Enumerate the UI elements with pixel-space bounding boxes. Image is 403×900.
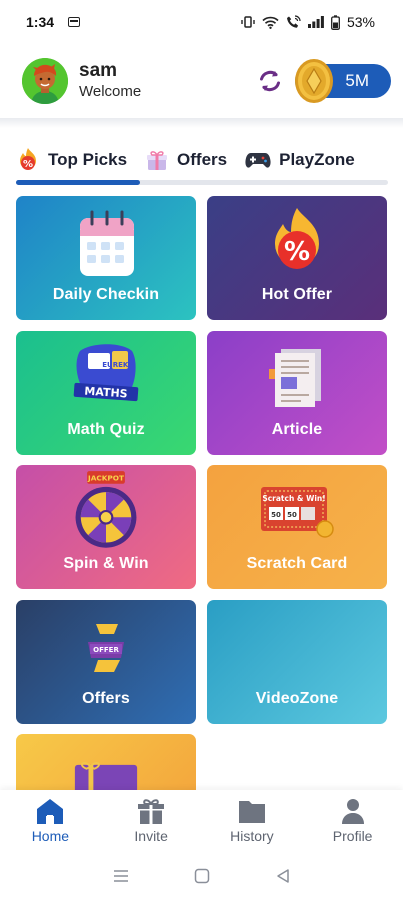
tab-top-picks[interactable]: % Top Picks bbox=[16, 147, 127, 173]
bottom-navigation: Home Invite History Profile bbox=[0, 790, 403, 852]
nav-profile[interactable]: Profile bbox=[302, 790, 403, 852]
coin-balance[interactable]: 5M bbox=[295, 59, 391, 103]
calendar-icon bbox=[80, 210, 134, 276]
user-name: sam bbox=[79, 60, 118, 81]
gift-card-icon bbox=[74, 761, 138, 790]
svg-text:%: % bbox=[284, 237, 310, 267]
card-daily-checkin[interactable]: Daily Checkin bbox=[16, 196, 196, 320]
card-videozone[interactable]: VideoZone bbox=[207, 600, 387, 724]
person-icon bbox=[338, 798, 368, 824]
jackpot-wheel-icon: JACKPOT bbox=[75, 471, 137, 548]
card-spin-win[interactable]: JACKPOT Spin & Win bbox=[16, 465, 196, 589]
card-label: Offers bbox=[82, 690, 130, 707]
refresh-button[interactable] bbox=[255, 66, 285, 96]
card-label: Math Quiz bbox=[67, 421, 145, 438]
nav-label: Invite bbox=[134, 828, 168, 844]
card-article[interactable]: Article bbox=[207, 331, 387, 455]
gamepad-icon bbox=[245, 153, 271, 168]
home-button-icon[interactable] bbox=[194, 868, 210, 884]
scratch-cell: 50 bbox=[271, 511, 281, 519]
offer-ticket-icon: OFFER bbox=[88, 624, 124, 672]
battery-icon bbox=[331, 14, 340, 30]
card-offers[interactable]: OFFER Offers bbox=[16, 600, 196, 724]
refresh-icon bbox=[260, 70, 280, 92]
jackpot-text: JACKPOT bbox=[87, 474, 124, 483]
feature-grid: Daily Checkin % Hot Offer EUREKA MATHS M… bbox=[16, 196, 387, 790]
user-info: sam Welcome bbox=[79, 60, 141, 102]
wifi-calling-icon bbox=[286, 15, 301, 28]
card-gift-card[interactable] bbox=[16, 734, 196, 790]
header-divider bbox=[0, 118, 403, 128]
gift-box-icon bbox=[147, 151, 168, 170]
maths-badge-text: MATHS bbox=[84, 385, 128, 401]
status-indicators: 53% bbox=[241, 14, 375, 30]
nav-label: History bbox=[230, 828, 274, 844]
scratch-card-icon: Scratch & Win! 50 50 bbox=[261, 487, 334, 538]
recents-icon[interactable] bbox=[112, 869, 130, 883]
signal-icon bbox=[307, 16, 324, 28]
card-label: Article bbox=[271, 421, 323, 438]
notification-icon bbox=[68, 17, 81, 27]
system-navigation bbox=[0, 852, 403, 900]
nav-home[interactable]: Home bbox=[0, 790, 101, 852]
maths-badge-subtext: EUREKA bbox=[102, 361, 134, 369]
nav-label: Home bbox=[31, 828, 70, 844]
tab-label: Top Picks bbox=[48, 150, 128, 169]
tab-label: PlayZone bbox=[279, 150, 355, 169]
scratch-card-title: Scratch & Win! bbox=[262, 494, 325, 503]
vibrate-icon bbox=[241, 16, 255, 28]
article-document-icon bbox=[269, 349, 321, 407]
offer-ticket-text: OFFER bbox=[93, 646, 119, 654]
folder-icon bbox=[237, 798, 267, 824]
maths-badge-icon: EUREKA MATHS bbox=[73, 344, 139, 402]
status-time: 1:34 bbox=[26, 14, 55, 30]
coin-amount: 5M bbox=[345, 71, 369, 90]
percent-flame-icon: % bbox=[20, 148, 36, 170]
category-tabs: % Top Picks Offers PlayZone bbox=[0, 138, 403, 182]
welcome-text: Welcome bbox=[79, 83, 142, 100]
status-bar: 1:34 53% bbox=[0, 0, 403, 44]
gift-icon bbox=[136, 798, 166, 824]
tab-playzone[interactable]: PlayZone bbox=[245, 150, 355, 170]
tab-offers[interactable]: Offers bbox=[145, 148, 227, 172]
nav-history[interactable]: History bbox=[202, 790, 303, 852]
svg-text:%: % bbox=[23, 159, 33, 170]
nav-label: Profile bbox=[332, 828, 373, 844]
card-label: VideoZone bbox=[255, 690, 339, 707]
percent-fire-icon: % bbox=[275, 208, 319, 269]
wifi-icon bbox=[262, 16, 279, 29]
card-label: Daily Checkin bbox=[52, 286, 160, 303]
tab-label: Offers bbox=[177, 150, 228, 169]
card-math-quiz[interactable]: EUREKA MATHS Math Quiz bbox=[16, 331, 196, 455]
battery-percent: 53% bbox=[346, 14, 375, 30]
app-header: sam Welcome 5M bbox=[0, 44, 403, 118]
tab-indicator bbox=[16, 180, 140, 185]
home-icon bbox=[35, 798, 65, 824]
card-hot-offer[interactable]: % Hot Offer bbox=[207, 196, 387, 320]
card-label: Hot Offer bbox=[261, 286, 333, 303]
card-label: Spin & Win bbox=[63, 555, 149, 572]
back-icon[interactable] bbox=[275, 868, 291, 884]
avatar-illustration bbox=[22, 58, 68, 104]
avatar[interactable] bbox=[22, 58, 68, 104]
coin-icon bbox=[295, 59, 333, 103]
card-scratch-card[interactable]: Scratch & Win! 50 50 Scratch Card bbox=[207, 465, 387, 589]
nav-invite[interactable]: Invite bbox=[101, 790, 202, 852]
scratch-cell: 50 bbox=[287, 511, 297, 519]
card-label: Scratch Card bbox=[246, 555, 348, 572]
